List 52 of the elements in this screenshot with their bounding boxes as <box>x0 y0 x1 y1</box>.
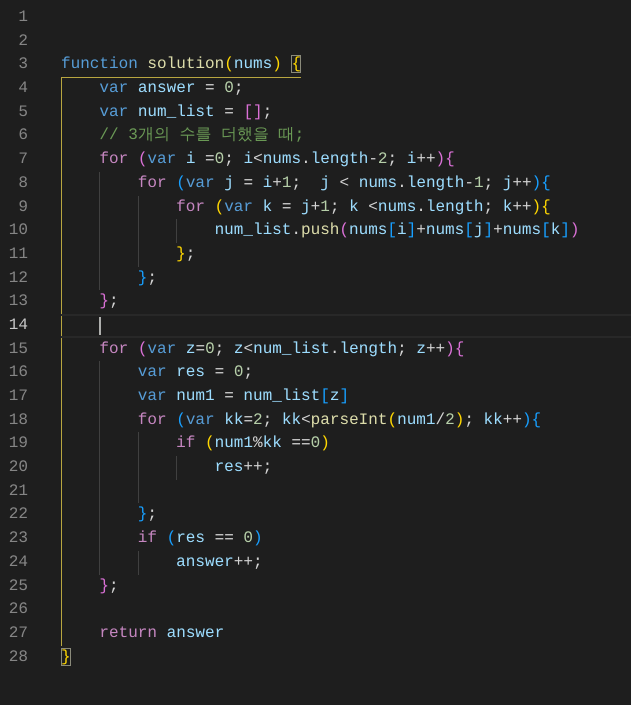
line-number: 17 <box>8 386 28 407</box>
line-number: 23 <box>8 528 28 550</box>
code-line: } <box>61 646 71 668</box>
code-line: if (num1%kk ==0) <box>176 433 330 454</box>
code-line: if (res == 0) <box>138 528 263 550</box>
code-line: }; <box>176 244 196 265</box>
line-number: 25 <box>8 576 28 596</box>
line-number: 16 <box>8 362 28 384</box>
line-number: 2 <box>17 30 28 52</box>
code-line: }; <box>138 504 157 526</box>
code-line: var num1 = num_list[z] <box>138 386 350 407</box>
code-line: for (var i =0; i<nums.length-2; i++){ <box>99 149 455 170</box>
line-number: 18 <box>8 410 28 431</box>
line-number: 8 <box>17 172 28 194</box>
line-number: 3 <box>17 54 28 76</box>
line-number: 6 <box>17 125 28 146</box>
line-number: 12 <box>8 268 28 289</box>
line-number: 15 <box>8 338 28 360</box>
code-line: }; <box>99 576 119 596</box>
line-number: 11 <box>8 244 28 265</box>
code-line: for (var j = i+1; j < nums.length-1; j++){ <box>138 172 551 194</box>
line-number: 27 <box>8 622 28 644</box>
code-line: }; <box>99 291 119 312</box>
line-number: 19 <box>8 433 28 454</box>
line-number: 4 <box>17 78 28 100</box>
code-line: function solution(nums) { <box>61 53 302 78</box>
line-number: 22 <box>8 504 28 526</box>
code-line: var res = 0; <box>138 362 254 384</box>
line-number: 13 <box>8 291 28 312</box>
code-line: for (var kk=2; kk<parseInt(num1/2); kk++){ <box>138 410 542 431</box>
line-number: 14 <box>8 314 28 336</box>
code-line: answer++; <box>176 552 263 573</box>
line-number: 24 <box>8 552 28 573</box>
code-line: return answer <box>99 622 224 644</box>
code-line: var answer = 0; <box>99 78 244 100</box>
code-line: for (var z=0; z<num_list.length; z++){ <box>99 338 464 360</box>
line-number: 28 <box>8 646 28 668</box>
line-number: 5 <box>17 102 28 123</box>
line-number: 20 <box>8 457 28 478</box>
line-number: 21 <box>8 480 28 502</box>
code-line: // 3개의 수를 더했을 때; <box>99 125 304 146</box>
line-number: 9 <box>17 196 28 218</box>
text-cursor <box>99 316 102 335</box>
code-line: res++; <box>214 457 272 478</box>
code-line: var num_list = []; <box>99 102 272 123</box>
code-line: for (var k = j+1; k <nums.length; k++){ <box>176 196 551 218</box>
line-number: 7 <box>17 149 28 170</box>
line-number: 10 <box>8 220 28 242</box>
code-line: num_list.push(nums[i]+nums[j]+nums[k]) <box>214 220 580 242</box>
line-number: 1 <box>17 7 28 28</box>
code-line: }; <box>138 268 157 289</box>
line-number: 26 <box>8 599 28 620</box>
